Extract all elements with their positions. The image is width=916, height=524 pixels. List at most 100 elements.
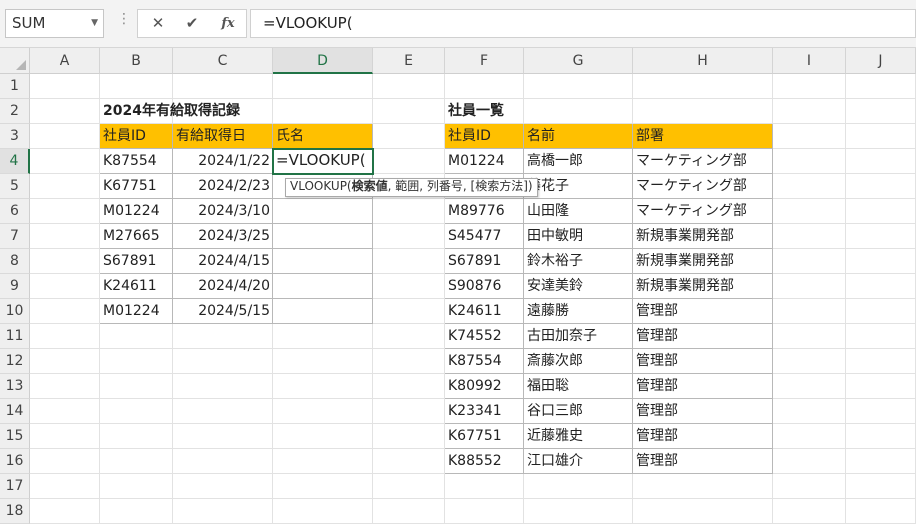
record-header-cell[interactable]: 氏名 bbox=[273, 124, 373, 149]
grid-cell[interactable] bbox=[173, 399, 273, 424]
grid-cell[interactable] bbox=[633, 99, 773, 124]
row-header-13[interactable]: 13 bbox=[0, 374, 30, 399]
grid-cell[interactable] bbox=[524, 499, 633, 524]
employee-name-cell[interactable]: 安達美鈴 bbox=[524, 274, 633, 299]
grid-cell[interactable] bbox=[100, 374, 173, 399]
employee-dept-cell[interactable]: 管理部 bbox=[633, 449, 773, 474]
record-id-cell[interactable]: K87554 bbox=[100, 149, 173, 174]
grid-cell[interactable] bbox=[373, 449, 445, 474]
record-name-cell[interactable] bbox=[273, 274, 373, 299]
grid-cell[interactable] bbox=[445, 499, 524, 524]
column-header-e[interactable]: E bbox=[373, 48, 445, 74]
record-date-cell[interactable]: 2024/2/23 bbox=[173, 174, 273, 199]
grid-cell[interactable] bbox=[173, 474, 273, 499]
employee-table-title[interactable]: 社員一覧 bbox=[445, 99, 633, 124]
grid-cell[interactable] bbox=[846, 374, 916, 399]
grid-cell[interactable] bbox=[30, 324, 100, 349]
grid-cell[interactable] bbox=[773, 199, 846, 224]
grid-cell[interactable] bbox=[373, 149, 445, 174]
grid-cell[interactable] bbox=[30, 124, 100, 149]
grid-cell[interactable] bbox=[173, 449, 273, 474]
record-name-cell[interactable] bbox=[273, 199, 373, 224]
employee-id-cell[interactable]: S90876 bbox=[445, 274, 524, 299]
grid-cell[interactable] bbox=[30, 199, 100, 224]
employee-name-cell[interactable]: 江口雄介 bbox=[524, 449, 633, 474]
column-header-a[interactable]: A bbox=[30, 48, 100, 74]
grid-cell[interactable] bbox=[773, 349, 846, 374]
grid-cell[interactable] bbox=[773, 374, 846, 399]
employee-name-cell[interactable]: 鈴木裕子 bbox=[524, 249, 633, 274]
grid-cell[interactable] bbox=[273, 399, 373, 424]
insert-function-icon[interactable]: fx bbox=[214, 10, 242, 37]
grid-cell[interactable] bbox=[524, 474, 633, 499]
grid-cell[interactable] bbox=[373, 249, 445, 274]
employee-name-cell[interactable]: 近藤雅史 bbox=[524, 424, 633, 449]
grid-cell[interactable] bbox=[100, 399, 173, 424]
grid-cell[interactable] bbox=[100, 499, 173, 524]
row-header-5[interactable]: 5 bbox=[0, 174, 30, 199]
grid-cell[interactable] bbox=[773, 449, 846, 474]
column-header-i[interactable]: I bbox=[773, 48, 846, 74]
grid-cell[interactable] bbox=[373, 274, 445, 299]
grid-cell[interactable] bbox=[30, 74, 100, 99]
grid-cell[interactable] bbox=[846, 299, 916, 324]
grid-cell[interactable] bbox=[773, 74, 846, 99]
grid-cell[interactable] bbox=[373, 74, 445, 99]
grid-cell[interactable] bbox=[846, 449, 916, 474]
enter-check-icon[interactable]: ✔ bbox=[178, 10, 206, 37]
grid-cell[interactable] bbox=[373, 199, 445, 224]
grid-cell[interactable] bbox=[846, 224, 916, 249]
grid-cell[interactable] bbox=[373, 499, 445, 524]
employee-id-cell[interactable]: S45477 bbox=[445, 224, 524, 249]
grid-cell[interactable] bbox=[30, 99, 100, 124]
employee-dept-cell[interactable]: 新規事業開発部 bbox=[633, 249, 773, 274]
grid-cell[interactable] bbox=[273, 449, 373, 474]
record-id-cell[interactable]: K24611 bbox=[100, 274, 173, 299]
grid-cell[interactable] bbox=[273, 349, 373, 374]
grid-cell[interactable] bbox=[30, 299, 100, 324]
employee-dept-cell[interactable]: 管理部 bbox=[633, 324, 773, 349]
grid-cell[interactable] bbox=[773, 174, 846, 199]
column-header-j[interactable]: J bbox=[846, 48, 916, 74]
employee-dept-cell[interactable]: 管理部 bbox=[633, 399, 773, 424]
grid-cell[interactable] bbox=[373, 124, 445, 149]
employee-dept-cell[interactable]: 新規事業開発部 bbox=[633, 224, 773, 249]
record-id-cell[interactable]: K67751 bbox=[100, 174, 173, 199]
grid-cell[interactable] bbox=[30, 399, 100, 424]
grid-cell[interactable] bbox=[773, 399, 846, 424]
grid-cell[interactable] bbox=[30, 274, 100, 299]
employee-id-cell[interactable]: K74552 bbox=[445, 324, 524, 349]
row-header-4[interactable]: 4 bbox=[0, 149, 30, 174]
grid-cell[interactable] bbox=[773, 424, 846, 449]
grid-cell[interactable] bbox=[30, 349, 100, 374]
grid-cell[interactable] bbox=[173, 499, 273, 524]
grid-cell[interactable] bbox=[373, 424, 445, 449]
record-name-cell[interactable] bbox=[273, 299, 373, 324]
grid-cell[interactable] bbox=[173, 424, 273, 449]
grid-cell[interactable] bbox=[100, 449, 173, 474]
grid-cell[interactable] bbox=[846, 199, 916, 224]
grid-cell[interactable] bbox=[173, 74, 273, 99]
grid-cell[interactable] bbox=[846, 349, 916, 374]
employee-id-cell[interactable]: K88552 bbox=[445, 449, 524, 474]
employee-id-cell[interactable]: S67891 bbox=[445, 249, 524, 274]
employee-dept-cell[interactable]: 管理部 bbox=[633, 349, 773, 374]
grid-cell[interactable] bbox=[773, 224, 846, 249]
grid-cell[interactable] bbox=[846, 124, 916, 149]
grid-cell[interactable] bbox=[445, 74, 524, 99]
column-header-c[interactable]: C bbox=[173, 48, 273, 74]
employee-dept-cell[interactable]: 管理部 bbox=[633, 424, 773, 449]
grid-cell[interactable] bbox=[373, 474, 445, 499]
grid-cell[interactable] bbox=[100, 474, 173, 499]
more-vertical-icon[interactable]: ⋮ bbox=[117, 11, 131, 27]
column-header-g[interactable]: G bbox=[524, 48, 633, 74]
grid-cell[interactable] bbox=[373, 374, 445, 399]
grid-cell[interactable] bbox=[30, 474, 100, 499]
grid-cell[interactable] bbox=[30, 499, 100, 524]
grid-cell[interactable] bbox=[846, 74, 916, 99]
row-header-7[interactable]: 7 bbox=[0, 224, 30, 249]
employee-dept-cell[interactable]: マーケティング部 bbox=[633, 174, 773, 199]
employee-name-cell[interactable]: 福田聡 bbox=[524, 374, 633, 399]
employee-id-cell[interactable]: M01224 bbox=[445, 149, 524, 174]
grid-cell[interactable] bbox=[846, 274, 916, 299]
